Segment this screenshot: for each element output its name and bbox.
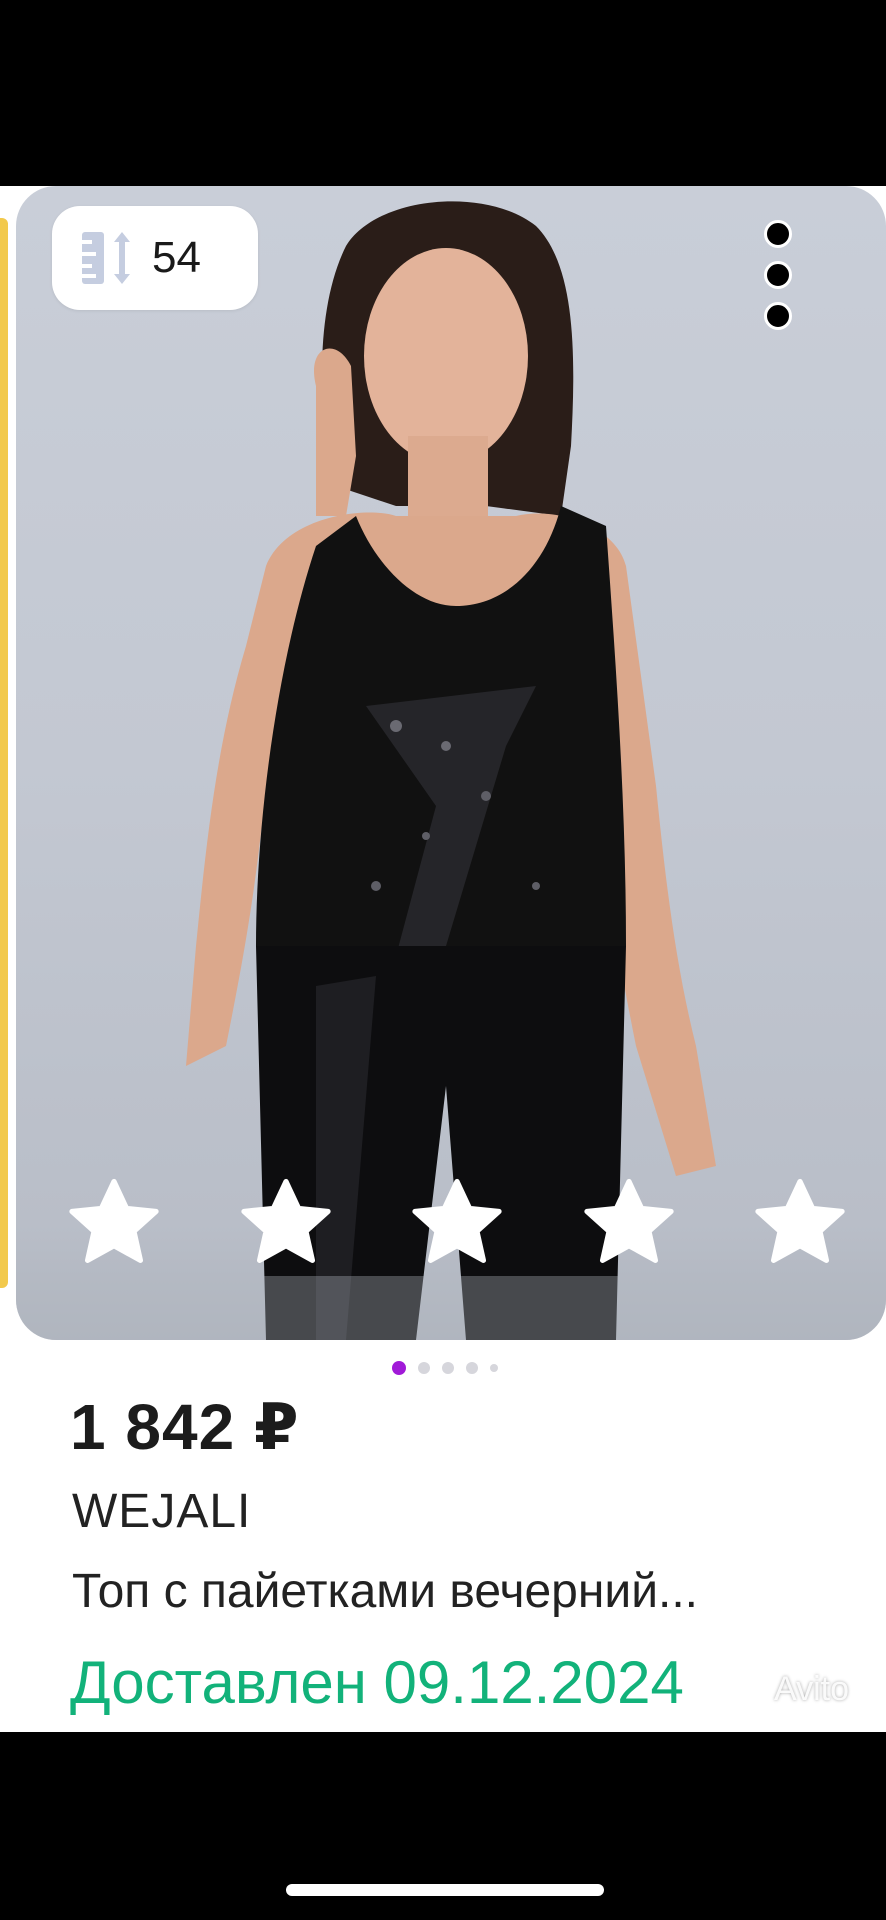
size-arrows-icon — [82, 232, 130, 284]
product-brand[interactable]: WEJALI — [72, 1484, 251, 1539]
product-title[interactable]: Топ с пайетками вечерний... — [72, 1564, 852, 1619]
pager-dot — [490, 1364, 498, 1372]
star-icon[interactable] — [748, 1172, 852, 1276]
home-indicator[interactable] — [286, 1884, 604, 1896]
previous-card-edge[interactable] — [0, 218, 8, 1288]
pager-dot — [466, 1362, 478, 1374]
size-value: 54 — [152, 233, 201, 282]
product-photo[interactable] — [16, 186, 886, 1340]
product-image-illustration — [16, 201, 886, 1340]
gallery-pager — [392, 1360, 512, 1376]
star-icon[interactable] — [62, 1172, 166, 1276]
screen: 54 1 842 ₽ WEJALI Топ с пайетками вечерн… — [0, 0, 886, 1920]
product-price: 1 842 ₽ — [70, 1391, 300, 1463]
rating-stars[interactable] — [62, 1172, 852, 1276]
star-icon[interactable] — [234, 1172, 338, 1276]
delivery-status: Доставлен 09.12.2024 — [70, 1649, 684, 1716]
pager-dot — [442, 1362, 454, 1374]
pager-dot-active — [392, 1361, 406, 1375]
more-vertical-icon — [764, 220, 792, 248]
watermark-text: Avito — [774, 1670, 849, 1708]
size-badge[interactable]: 54 — [52, 206, 258, 310]
avito-logo-icon — [730, 1675, 767, 1706]
more-vertical-icon-dot — [764, 261, 792, 289]
avito-watermark: Avito — [730, 1670, 849, 1709]
star-icon[interactable] — [405, 1172, 509, 1276]
pager-dot — [418, 1362, 430, 1374]
star-icon[interactable] — [577, 1172, 681, 1276]
more-vertical-icon-dot — [764, 302, 792, 330]
more-options-button[interactable] — [752, 220, 804, 330]
